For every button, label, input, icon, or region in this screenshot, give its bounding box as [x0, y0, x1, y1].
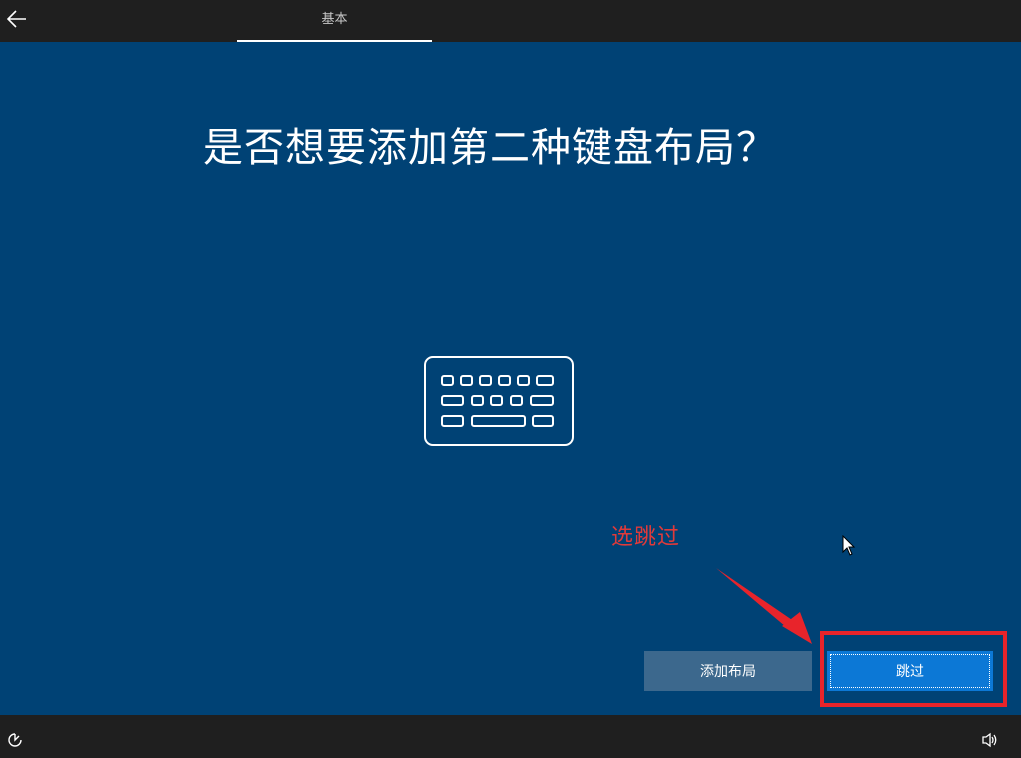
- add-layout-button[interactable]: 添加布局: [644, 651, 812, 691]
- volume-button[interactable]: [978, 729, 1002, 751]
- annotation-arrow: [716, 568, 812, 644]
- arrow-left-icon: [7, 10, 26, 28]
- top-bar: 基本: [0, 0, 1021, 42]
- skip-button[interactable]: 跳过: [827, 651, 993, 691]
- tab-basics[interactable]: 基本: [237, 0, 432, 42]
- ease-of-access-icon: [8, 733, 22, 747]
- page-title: 是否想要添加第二种键盘布局？: [203, 125, 777, 171]
- volume-icon: [982, 732, 997, 748]
- keyboard-icon: [424, 356, 574, 446]
- back-button[interactable]: [2, 4, 32, 34]
- bottom-bar: [0, 715, 1021, 758]
- keyboard-illustration: [423, 355, 575, 447]
- mouse-cursor-icon: [842, 535, 856, 556]
- ease-of-access-button[interactable]: [4, 729, 26, 751]
- tab-active-indicator: [237, 40, 432, 42]
- annotation-label: 选跳过: [611, 525, 681, 550]
